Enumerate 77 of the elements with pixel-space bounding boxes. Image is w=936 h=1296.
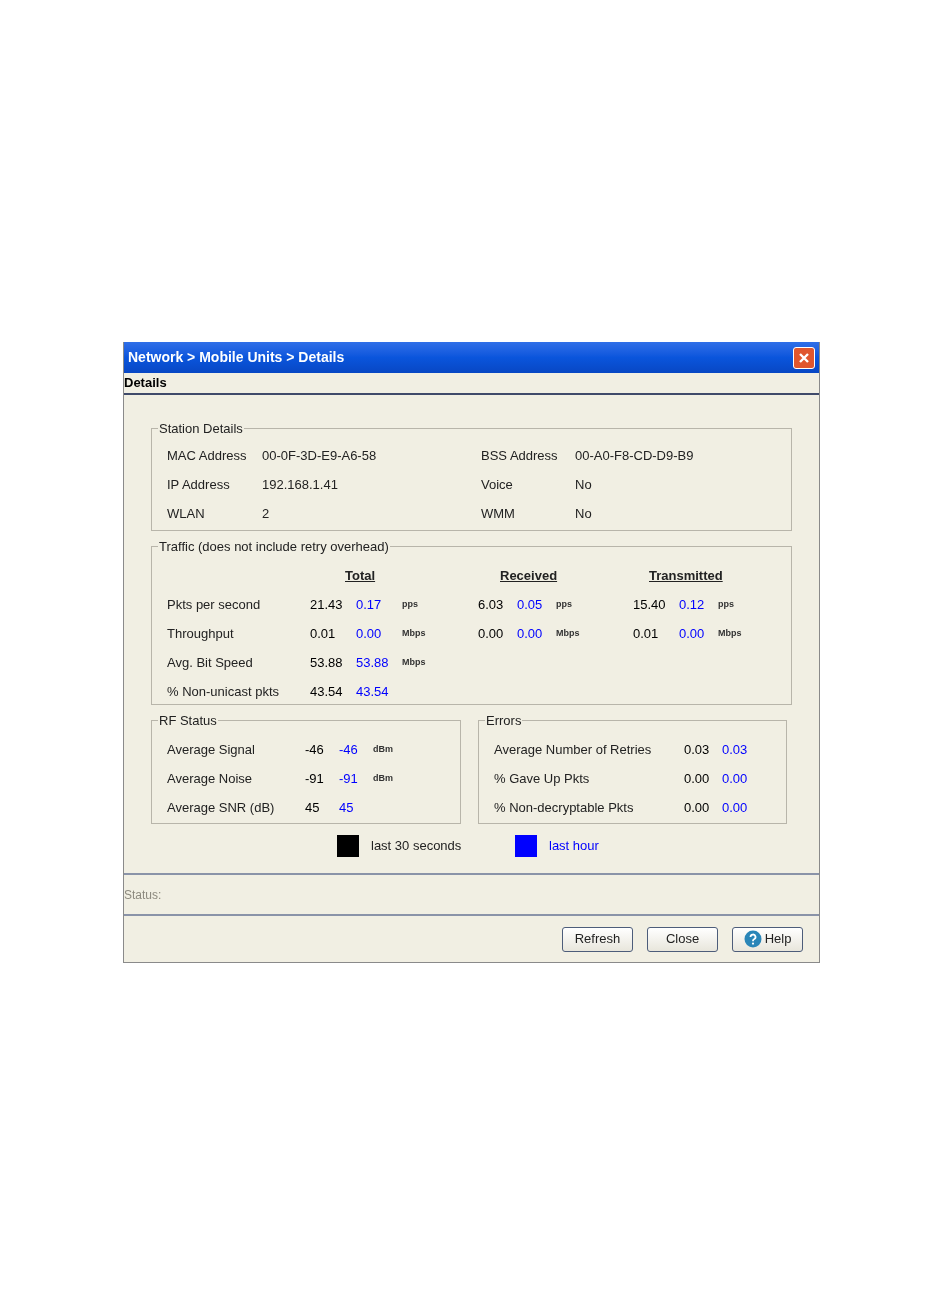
field-label: WLAN bbox=[167, 504, 206, 523]
value-text: 0.01 bbox=[633, 624, 660, 643]
group-title: Station Details bbox=[158, 420, 244, 438]
value-text: -91 bbox=[305, 769, 325, 788]
group-title: Traffic (does not include retry overhead) bbox=[158, 538, 390, 556]
section-header: Details bbox=[124, 374, 167, 393]
value-text: 0.05 bbox=[517, 595, 544, 614]
field-label: Voice bbox=[481, 475, 514, 494]
group-title: RF Status bbox=[158, 712, 218, 730]
legend-label: last hour bbox=[549, 837, 599, 856]
value-text: 21.43 bbox=[310, 595, 344, 614]
legend-label: last 30 seconds bbox=[371, 837, 462, 856]
field-label: MAC Address bbox=[167, 446, 248, 465]
value-text: 0.03 bbox=[684, 740, 711, 759]
window-title: Network > Mobile Units > Details bbox=[128, 348, 345, 367]
dialog-button[interactable]: Refresh bbox=[562, 926, 633, 952]
value-text: 0.00 bbox=[356, 624, 383, 643]
field-label: IP Address bbox=[167, 475, 231, 494]
value-text: -46 bbox=[339, 740, 359, 759]
value-text: 53.88 bbox=[310, 653, 344, 672]
group-title: Errors bbox=[485, 712, 523, 730]
value-text: 53.88 bbox=[356, 653, 390, 672]
value-text: 0.17 bbox=[356, 595, 383, 614]
unit-text: Mbps bbox=[556, 626, 581, 640]
value-text: -91 bbox=[339, 769, 359, 788]
column-heading: Transmitted bbox=[649, 566, 723, 585]
close-button[interactable] bbox=[793, 346, 815, 369]
field-label: WMM bbox=[481, 504, 516, 523]
value-text: 0.00 bbox=[684, 798, 711, 817]
row-label: % Gave Up Pkts bbox=[494, 769, 591, 788]
field-value: 192.168.1.41 bbox=[262, 475, 338, 494]
row-label: Avg. Bit Speed bbox=[167, 653, 254, 672]
value-text: 0.12 bbox=[679, 595, 706, 614]
column-heading: Total bbox=[345, 566, 376, 585]
value-text: 0.01 bbox=[310, 624, 337, 643]
value-text: 0.00 bbox=[517, 624, 544, 643]
help-icon bbox=[743, 930, 762, 948]
row-label: Average SNR (dB) bbox=[167, 798, 276, 817]
value-text: 43.54 bbox=[356, 682, 390, 701]
value-text: 45 bbox=[305, 798, 321, 817]
help-button[interactable]: Help bbox=[732, 926, 803, 952]
unit-text: pps bbox=[718, 597, 735, 611]
value-text: 0.00 bbox=[684, 769, 711, 788]
close-icon bbox=[798, 351, 810, 364]
value-text: 0.00 bbox=[722, 769, 749, 788]
value-text: 45 bbox=[339, 798, 355, 817]
row-label: Average Noise bbox=[167, 769, 254, 788]
status-label: Status: bbox=[124, 886, 162, 904]
dialog-button[interactable]: Close bbox=[647, 926, 718, 952]
row-label: % Non-decryptable Pkts bbox=[494, 798, 635, 817]
field-label: BSS Address bbox=[481, 446, 559, 465]
value-text: 0.03 bbox=[722, 740, 749, 759]
column-heading: Received bbox=[500, 566, 558, 585]
row-label: Pkts per second bbox=[167, 595, 262, 614]
value-text: 43.54 bbox=[310, 682, 344, 701]
value-text: 15.40 bbox=[633, 595, 667, 614]
value-text: -46 bbox=[305, 740, 325, 759]
unit-text: Mbps bbox=[402, 655, 427, 669]
row-label: Throughput bbox=[167, 624, 235, 643]
field-value: 2 bbox=[262, 504, 270, 523]
unit-text: dBm bbox=[373, 771, 394, 785]
field-value: 00-A0-F8-CD-D9-B9 bbox=[575, 446, 694, 465]
value-text: 0.00 bbox=[722, 798, 749, 817]
value-text: 0.00 bbox=[679, 624, 706, 643]
field-value: No bbox=[575, 504, 592, 523]
unit-text: Mbps bbox=[402, 626, 427, 640]
field-value: 00-0F-3D-E9-A6-58 bbox=[262, 446, 377, 465]
field-value: No bbox=[575, 475, 592, 494]
unit-text: dBm bbox=[373, 742, 394, 756]
row-label: % Non-unicast pkts bbox=[167, 682, 280, 701]
value-text: 6.03 bbox=[478, 595, 505, 614]
unit-text: Mbps bbox=[718, 626, 743, 640]
row-label: Average Signal bbox=[167, 740, 256, 759]
value-text: 0.00 bbox=[478, 624, 505, 643]
row-label: Average Number of Retries bbox=[494, 740, 653, 759]
unit-text: pps bbox=[402, 597, 419, 611]
unit-text: pps bbox=[556, 597, 573, 611]
